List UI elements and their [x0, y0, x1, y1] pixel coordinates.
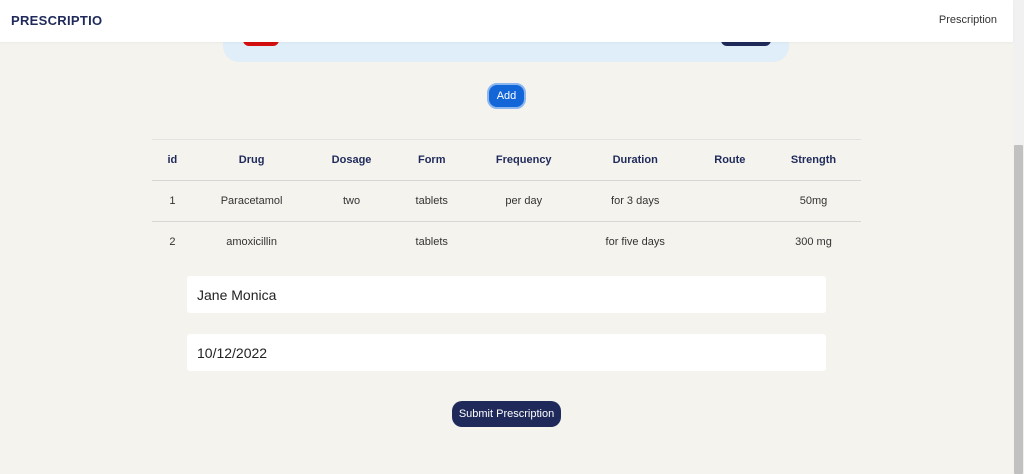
cell-duration: for five days	[605, 236, 665, 248]
column-header-form: Form	[392, 139, 471, 181]
cell-drug: amoxicillin	[226, 236, 277, 248]
cell-form: tablets	[415, 236, 448, 248]
column-header-route: Route	[693, 139, 766, 181]
cell-id: 2	[169, 236, 176, 248]
nav-link-prescription[interactable]: Prescription	[939, 14, 997, 26]
date-input[interactable]	[187, 334, 826, 371]
column-header-dosage: Dosage	[310, 139, 393, 181]
table-row: 1 Paracetamol two tablets per day for 3 …	[152, 180, 861, 222]
column-header-strength: Strength	[766, 139, 861, 181]
page-scrollbar[interactable]	[1013, 0, 1024, 474]
cell-drug: Paracetamol	[192, 180, 311, 222]
cell-strength: 300 mg	[795, 236, 832, 248]
cell-form: tablets	[392, 180, 471, 222]
cell-frequency	[471, 222, 577, 263]
cell-strength: 50mg	[766, 180, 861, 222]
cell-dosage	[310, 222, 392, 263]
cell-id: 1	[152, 180, 193, 222]
add-drug-button[interactable]: Add	[487, 83, 526, 109]
table-header-row: id Drug Dosage Form Frequency Duration R…	[152, 139, 861, 181]
column-header-duration: Duration	[576, 139, 694, 181]
scrollbar-thumb[interactable]	[1014, 145, 1023, 474]
cell-route	[693, 180, 766, 222]
cell-dosage: two	[310, 180, 393, 222]
column-header-id: id	[152, 139, 193, 181]
cell-frequency: per day	[470, 180, 577, 222]
navbar: PRESCRIPTIO Prescription	[0, 0, 1013, 42]
prescription-table: id Drug Dosage Form Frequency Duration R…	[152, 139, 861, 262]
column-header-drug: Drug	[192, 139, 311, 181]
table-row: 2 amoxicillin tablets for five days 300 …	[152, 222, 861, 263]
patient-name-input[interactable]	[187, 276, 826, 313]
cell-duration: for 3 days	[576, 180, 694, 222]
column-header-frequency: Frequency	[470, 139, 577, 181]
cell-route	[694, 222, 766, 263]
submit-prescription-button[interactable]: Submit Prescription	[452, 401, 561, 427]
brand-logo[interactable]: PRESCRIPTIO	[11, 13, 102, 28]
